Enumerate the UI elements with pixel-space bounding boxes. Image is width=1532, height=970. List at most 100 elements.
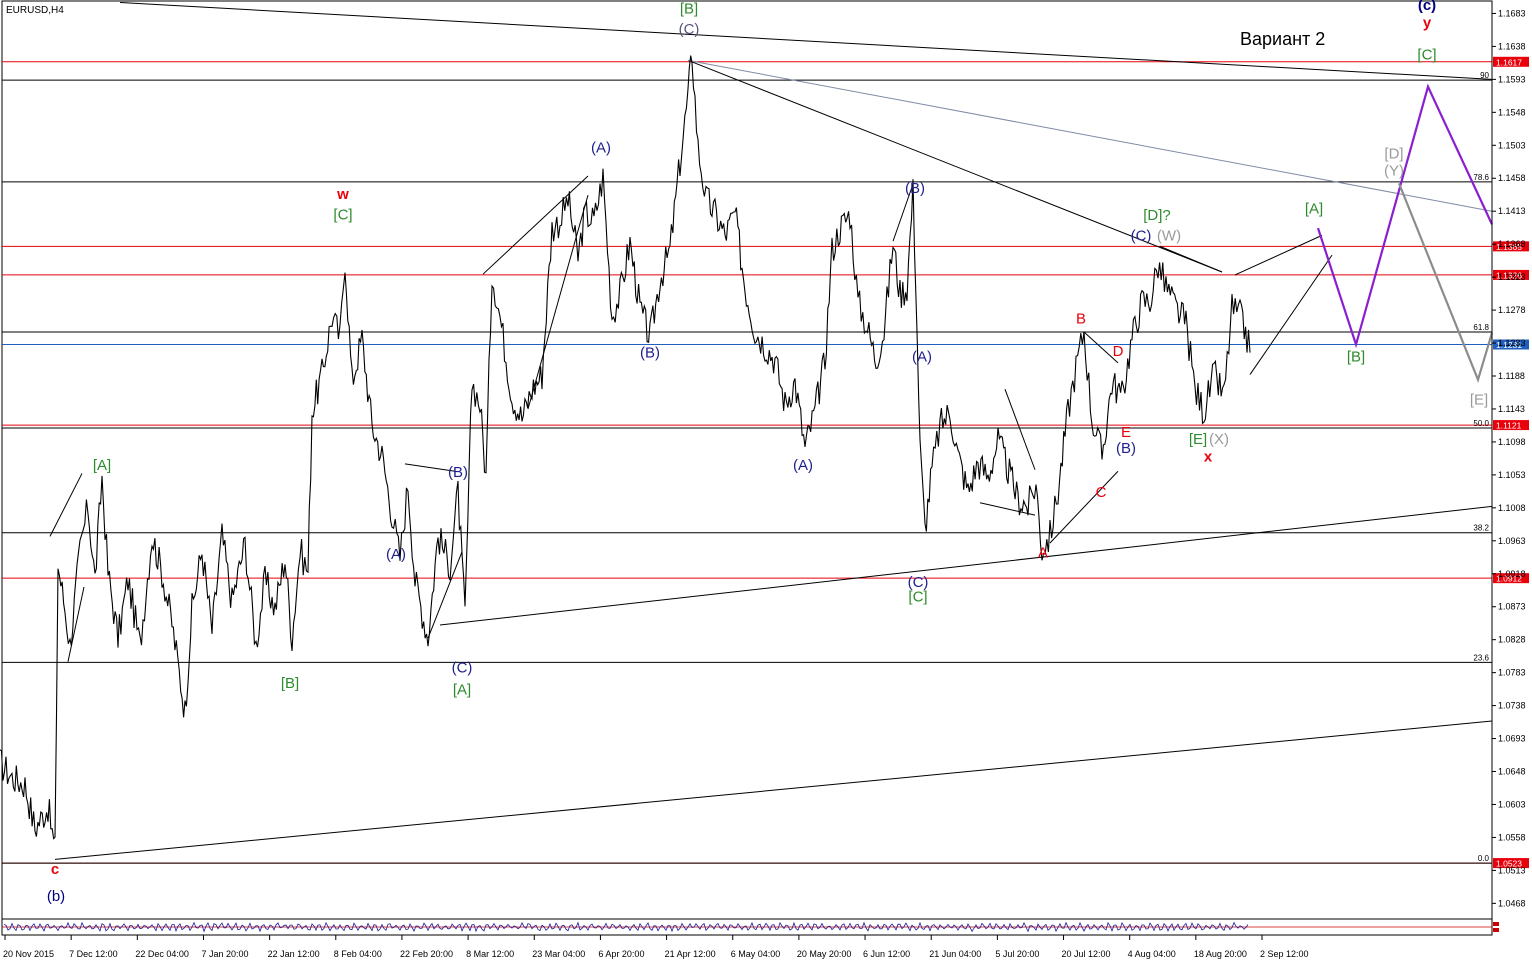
x-tick-label: 22 Feb 20:00 bbox=[400, 949, 453, 959]
y-tick-label: 1.0468 bbox=[1498, 898, 1526, 908]
wave-label: [D]? bbox=[1143, 207, 1171, 224]
wave-label: [B] bbox=[680, 0, 698, 17]
x-tick-label: 8 Feb 04:00 bbox=[334, 949, 382, 959]
wave-label: [B] bbox=[281, 675, 299, 692]
fib-level-label: 78.6 bbox=[1473, 173, 1489, 182]
wave-label: [A] bbox=[1305, 200, 1323, 217]
x-tick-label: 21 Apr 12:00 bbox=[665, 949, 716, 959]
y-tick-label: 1.0558 bbox=[1498, 832, 1526, 842]
wave-label: w bbox=[336, 186, 349, 203]
y-tick-label: 1.0783 bbox=[1498, 668, 1526, 678]
x-tick-label: 8 Mar 12:00 bbox=[466, 949, 514, 959]
x-tick-label: 6 May 04:00 bbox=[731, 949, 781, 959]
x-tick-label: 20 May 20:00 bbox=[797, 949, 852, 959]
x-tick-label: 6 Jun 12:00 bbox=[863, 949, 910, 959]
y-tick-label: 1.1458 bbox=[1498, 173, 1526, 183]
wave-label: c bbox=[51, 861, 59, 878]
wave-label: (B) bbox=[640, 345, 660, 362]
y-tick-label: 1.1188 bbox=[1498, 371, 1525, 381]
y-tick-label: 1.0693 bbox=[1498, 734, 1526, 744]
x-tick-label: 23 Mar 04:00 bbox=[532, 949, 585, 959]
y-tick-label: 1.0828 bbox=[1498, 635, 1526, 645]
y-tick-label: 1.0738 bbox=[1498, 701, 1526, 711]
wave-label: [C] bbox=[908, 589, 927, 606]
x-tick-label: 4 Aug 04:00 bbox=[1128, 949, 1176, 959]
y-tick-label: 1.1683 bbox=[1498, 8, 1526, 18]
y-tick-label: 1.1593 bbox=[1498, 74, 1526, 84]
x-tick-label: 18 Aug 20:00 bbox=[1194, 949, 1247, 959]
oscillator-tag bbox=[1493, 922, 1499, 926]
y-tick-label: 1.1323 bbox=[1498, 272, 1526, 282]
y-tick-label: 1.0513 bbox=[1498, 865, 1526, 875]
wave-label: (C) bbox=[679, 21, 700, 38]
x-tick-label: 5 Jul 20:00 bbox=[995, 949, 1039, 959]
x-tick-label: 6 Apr 20:00 bbox=[598, 949, 644, 959]
y-tick-label: 1.1098 bbox=[1498, 437, 1526, 447]
wave-label: [A] bbox=[93, 457, 111, 474]
wave-label: y bbox=[1423, 14, 1432, 31]
x-tick-label: 2 Sep 12:00 bbox=[1260, 949, 1309, 959]
wave-label: [B] bbox=[1347, 348, 1365, 365]
y-tick-label: 1.1008 bbox=[1498, 503, 1526, 513]
price-chart[interactable]: 1.16171.13651.13261.12311.11211.09121.05… bbox=[0, 0, 1532, 965]
wave-label: [C] bbox=[333, 206, 352, 223]
wave-label: (A) bbox=[912, 348, 932, 365]
wave-label: D bbox=[1113, 343, 1124, 360]
x-tick-label: 20 Jul 12:00 bbox=[1062, 949, 1111, 959]
y-axis: 1.1683 1.1638 1.1593 1.1548 1.1503 1.1458 1.14… bbox=[1491, 1, 1526, 935]
wave-label: (C) bbox=[452, 660, 473, 677]
wave-label: (B) bbox=[448, 464, 468, 481]
wave-label: (X) bbox=[1209, 431, 1229, 448]
y-tick-label: 1.1548 bbox=[1498, 107, 1526, 117]
wave-label: [E] bbox=[1470, 392, 1488, 409]
x-tick-label: 22 Dec 04:00 bbox=[135, 949, 189, 959]
wave-label: [C] bbox=[1417, 47, 1436, 64]
fib-level-label: 38.2 bbox=[1473, 524, 1489, 533]
wave-label: x bbox=[1204, 449, 1213, 466]
x-tick-label: 7 Jan 20:00 bbox=[201, 949, 248, 959]
wave-label: [D] bbox=[1384, 145, 1403, 162]
wave-label: (A) bbox=[591, 140, 611, 157]
oscillator-subwindow bbox=[1, 918, 1499, 936]
x-axis: 20 Nov 2015 7 Dec 12:00 22 Dec 04:00 7 Jan … bbox=[3, 935, 1309, 959]
oscillator-tag bbox=[1493, 928, 1499, 932]
wave-label: (C) bbox=[1131, 228, 1152, 245]
y-tick-label: 1.0873 bbox=[1498, 602, 1526, 612]
x-tick-label: 22 Jan 12:00 bbox=[268, 949, 320, 959]
variant-label: Вариант 2 bbox=[1240, 29, 1325, 49]
wave-label: [E] bbox=[1189, 431, 1207, 448]
wave-label: B bbox=[1076, 310, 1086, 327]
price-level-value: 1.1617 bbox=[1496, 57, 1522, 67]
y-tick-label: 1.1413 bbox=[1498, 206, 1526, 216]
y-tick-label: 1.1638 bbox=[1498, 41, 1526, 51]
x-tick-label: 20 Nov 2015 bbox=[3, 949, 54, 959]
wave-label: (B) bbox=[905, 180, 925, 197]
plot-frame bbox=[1, 0, 1493, 936]
wave-label: (A) bbox=[386, 546, 406, 563]
wave-label: (c) bbox=[1418, 0, 1436, 14]
price-level-value: 1.1121 bbox=[1496, 421, 1522, 431]
y-tick-label: 1.1368 bbox=[1498, 239, 1526, 249]
x-tick-label: 21 Jun 04:00 bbox=[929, 949, 981, 959]
wave-label: (Y) bbox=[1384, 162, 1404, 179]
y-tick-label: 1.0918 bbox=[1498, 569, 1526, 579]
x-tick-label: 7 Dec 12:00 bbox=[69, 949, 118, 959]
wave-label: E bbox=[1121, 424, 1131, 441]
fib-level-label: 61.8 bbox=[1473, 323, 1489, 332]
y-tick-label: 1.1053 bbox=[1498, 470, 1526, 480]
y-tick-label: 1.1503 bbox=[1498, 140, 1526, 150]
fib-level-label: 23.6 bbox=[1473, 653, 1489, 662]
wave-label: (W) bbox=[1157, 228, 1181, 245]
chart-window: 1.1617 1.1365 1.1326 1.1231 1.1121 1.0912 1.05… bbox=[0, 0, 1532, 965]
wave-label: C bbox=[1096, 484, 1107, 501]
y-tick-label: 1.0648 bbox=[1498, 767, 1526, 777]
y-tick-label: 1.1278 bbox=[1498, 305, 1526, 315]
y-tick-label: 1.0603 bbox=[1498, 799, 1526, 809]
symbol-title: EURUSD,H4 bbox=[6, 5, 64, 16]
y-tick-label: 1.1233 bbox=[1498, 338, 1526, 348]
y-tick-label: 1.0963 bbox=[1498, 536, 1526, 546]
fib-level-label: 0.0 bbox=[1478, 854, 1490, 863]
wave-label: (b) bbox=[47, 888, 65, 905]
wave-label: [A] bbox=[453, 682, 471, 699]
wave-label: (B) bbox=[1116, 440, 1136, 457]
